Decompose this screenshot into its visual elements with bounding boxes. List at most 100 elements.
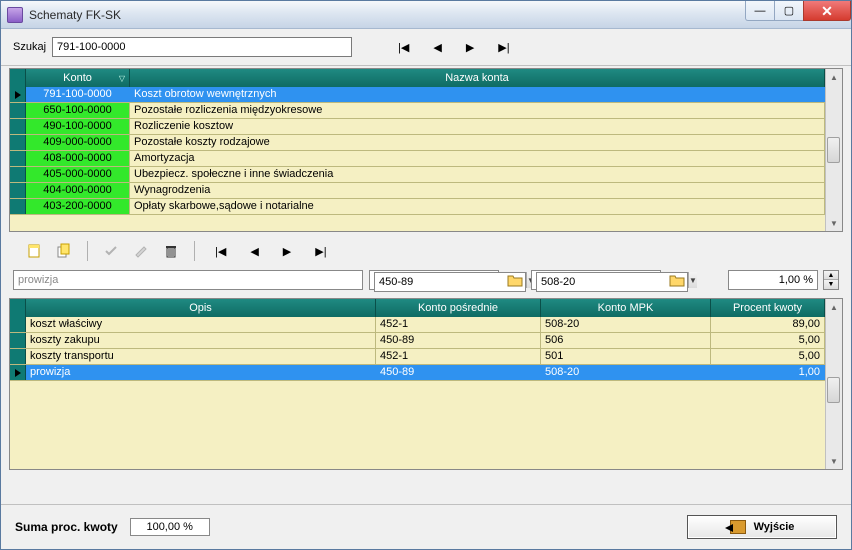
nav-prev-button[interactable]: ◀ xyxy=(433,41,441,54)
nav-first-button[interactable]: |◀ xyxy=(398,41,409,54)
cell-kmpk: 501 xyxy=(541,349,711,364)
table-row[interactable]: 409-000-0000Pozostałe koszty rodzajowe xyxy=(10,135,825,151)
percent-input[interactable] xyxy=(728,270,818,290)
row-indicator xyxy=(10,333,26,348)
accounts-scrollbar[interactable]: ▲ ▼ xyxy=(825,69,842,231)
row-indicator xyxy=(10,151,26,166)
edit-button[interactable] xyxy=(128,240,154,262)
check-icon xyxy=(103,243,119,259)
acct2-open-button[interactable] xyxy=(667,270,687,290)
new-icon xyxy=(26,243,42,259)
cell-name: Wynagrodzenia xyxy=(130,183,825,198)
cell-kp: 452-1 xyxy=(376,349,541,364)
nav-last-button[interactable]: ▶| xyxy=(498,41,509,54)
exit-icon xyxy=(730,520,746,534)
col-procent-kwoty[interactable]: Procent kwoty xyxy=(711,299,825,317)
exit-button[interactable]: Wyjście xyxy=(687,515,837,539)
close-button[interactable]: ✕ xyxy=(803,1,851,21)
table-row[interactable]: 403-200-0000Opłaty skarbowe,sądowe i not… xyxy=(10,199,825,215)
nav2-last-button[interactable]: ▶| xyxy=(315,245,326,258)
search-nav-bar: Szukaj |◀ ◀ ▶ ▶| xyxy=(1,29,851,66)
nav-next-button[interactable]: ▶ xyxy=(466,41,474,54)
table-row[interactable]: koszty transportu452-15015,00 xyxy=(10,349,825,365)
sort-icon: ▽ xyxy=(119,74,125,83)
nav2-prev-button[interactable]: ◀ xyxy=(250,245,258,258)
cell-opis: koszty transportu xyxy=(26,349,376,364)
col-account[interactable]: Konto ▽ xyxy=(26,69,130,87)
footer: Suma proc. kwoty 100,00 % Wyjście xyxy=(1,504,851,549)
col-name[interactable]: Nazwa konta xyxy=(130,69,825,87)
col-konto-posrednie[interactable]: Konto pośrednie xyxy=(376,299,541,317)
cell-name: Ubezpiecz. społeczne i inne świadczenia xyxy=(130,167,825,182)
cell-name: Opłaty skarbowe,sądowe i notarialne xyxy=(130,199,825,214)
table-row[interactable]: 404-000-0000Wynagrodzenia xyxy=(10,183,825,199)
window-title: Schematy FK-SK xyxy=(29,8,851,22)
acct2-input[interactable] xyxy=(536,272,688,292)
chevron-down-icon[interactable]: ▼ xyxy=(688,272,697,288)
cell-kp: 452-1 xyxy=(376,317,541,332)
cell-kmpk: 506 xyxy=(541,333,711,348)
desc-input[interactable] xyxy=(13,270,363,290)
cell-account: 409-000-0000 xyxy=(26,135,130,150)
cell-name: Pozostałe rozliczenia międzyokresowe xyxy=(130,103,825,118)
delete-button[interactable] xyxy=(158,240,184,262)
table-row[interactable]: 408-000-0000Amortyzacja xyxy=(10,151,825,167)
apply-button[interactable] xyxy=(98,240,124,262)
cell-account: 791-100-0000 xyxy=(26,87,130,102)
row-indicator xyxy=(10,167,26,182)
cell-account: 650-100-0000 xyxy=(26,103,130,118)
scroll-up-icon: ▲ xyxy=(827,299,842,315)
cell-name: Rozliczenie kosztow xyxy=(130,119,825,134)
maximize-button[interactable]: ▢ xyxy=(774,1,804,21)
scroll-up-icon: ▲ xyxy=(827,69,842,85)
col-opis[interactable]: Opis xyxy=(26,299,376,317)
step-up-icon: ▲ xyxy=(824,271,838,280)
titlebar: Schematy FK-SK — ▢ ✕ xyxy=(1,1,851,29)
table-row[interactable]: 650-100-0000Pozostałe rozliczenia między… xyxy=(10,103,825,119)
cell-name: Amortyzacja xyxy=(130,151,825,166)
acct1-input[interactable] xyxy=(374,272,526,292)
search-input[interactable] xyxy=(52,37,352,57)
exit-label: Wyjście xyxy=(754,521,795,533)
new-button[interactable] xyxy=(21,240,47,262)
cell-opis: prowizja xyxy=(26,365,376,380)
search-label: Szukaj xyxy=(13,41,46,53)
minimize-button[interactable]: — xyxy=(745,1,775,21)
sum-label: Suma proc. kwoty xyxy=(15,520,118,534)
cell-account: 405-000-0000 xyxy=(26,167,130,182)
cell-pk: 1,00 xyxy=(711,365,825,380)
cell-name: Pozostałe koszty rodzajowe xyxy=(130,135,825,150)
cell-account: 408-000-0000 xyxy=(26,151,130,166)
copy-icon xyxy=(56,243,72,259)
row-indicator xyxy=(10,199,26,214)
table-row[interactable]: 405-000-0000Ubezpiecz. społeczne i inne … xyxy=(10,167,825,183)
cell-kmpk: 508-20 xyxy=(541,317,711,332)
nav2-next-button[interactable]: ▶ xyxy=(283,245,291,258)
accounts-grid: Konto ▽ Nazwa konta 791-100-0000Koszt ob… xyxy=(9,68,843,232)
col-konto-mpk[interactable]: Konto MPK xyxy=(541,299,711,317)
percent-stepper[interactable]: ▲ ▼ xyxy=(823,270,839,290)
cell-name: Koszt obrotow wewnętrznych xyxy=(130,87,825,102)
table-row[interactable]: koszt właściwy452-1508-2089,00 xyxy=(10,317,825,333)
acct1-combo[interactable]: ▼ xyxy=(369,270,499,290)
cell-kp: 450-89 xyxy=(376,333,541,348)
sum-value: 100,00 % xyxy=(130,518,210,536)
copy-button[interactable] xyxy=(51,240,77,262)
table-row[interactable]: prowizja450-89508-201,00 xyxy=(10,365,825,381)
window: Schematy FK-SK — ▢ ✕ Szukaj |◀ ◀ ▶ ▶| Ko… xyxy=(0,0,852,550)
row-indicator xyxy=(10,119,26,134)
row-indicator xyxy=(10,103,26,118)
row-indicator xyxy=(10,365,26,380)
cell-account: 404-000-0000 xyxy=(26,183,130,198)
table-row[interactable]: 791-100-0000Koszt obrotow wewnętrznych xyxy=(10,87,825,103)
cell-opis: koszty zakupu xyxy=(26,333,376,348)
acct2-combo[interactable]: ▼ xyxy=(531,270,661,290)
acct1-open-button[interactable] xyxy=(505,270,525,290)
scroll-down-icon: ▼ xyxy=(827,453,842,469)
details-scrollbar[interactable]: ▲ ▼ xyxy=(825,299,842,469)
cell-pk: 5,00 xyxy=(711,333,825,348)
table-row[interactable]: 490-100-0000Rozliczenie kosztow xyxy=(10,119,825,135)
nav2-first-button[interactable]: |◀ xyxy=(215,245,226,258)
table-row[interactable]: koszty zakupu450-895065,00 xyxy=(10,333,825,349)
cell-kp: 450-89 xyxy=(376,365,541,380)
